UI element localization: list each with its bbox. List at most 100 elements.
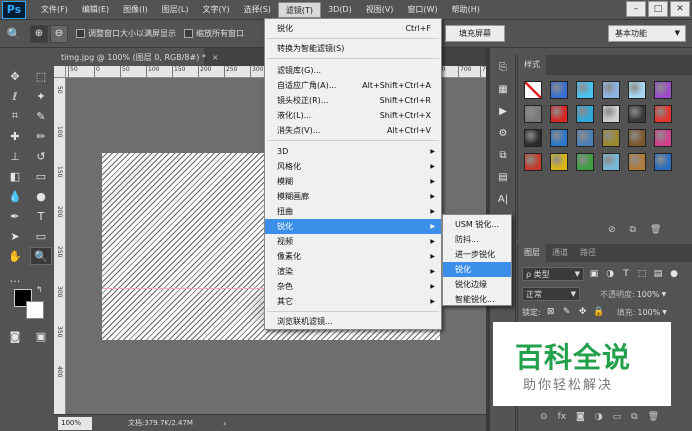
status-menu-arrow-icon[interactable]: › — [223, 419, 226, 428]
style-swatch[interactable] — [550, 153, 568, 171]
menu-item-browse-online-filters[interactable]: 浏览联机滤镜... — [265, 314, 441, 329]
delete-style-icon[interactable]: 🗑 — [650, 225, 661, 235]
menu-item-filter-gallery[interactable]: 滤镜库(G)... — [265, 63, 441, 78]
layer-style-icon[interactable]: fx — [558, 412, 567, 422]
style-swatch[interactable] — [576, 153, 594, 171]
chevron-down-icon[interactable]: ▼ — [662, 309, 667, 316]
menu-item-sharpen[interactable]: 锐化 ▶ — [265, 219, 441, 234]
menu-item-render[interactable]: 渲染 ▶ — [265, 264, 441, 279]
shape-filter-icon[interactable]: ⬚ — [636, 268, 648, 280]
style-swatch[interactable] — [550, 81, 568, 99]
close-tab-icon[interactable]: × — [212, 53, 219, 62]
crop-tool-icon[interactable]: ⌗ — [4, 107, 26, 125]
style-swatch[interactable] — [628, 81, 646, 99]
layer-mask-icon[interactable]: ◙ — [576, 412, 585, 422]
menu-item-blur[interactable]: 模糊 ▶ — [265, 174, 441, 189]
style-swatch[interactable] — [628, 129, 646, 147]
tab-layers[interactable]: 图层 — [518, 243, 546, 263]
layers-scrollbar[interactable] — [680, 320, 690, 430]
pixel-filter-icon[interactable]: ▣ — [588, 268, 600, 280]
gradient-tool-icon[interactable]: ▭ — [30, 167, 52, 185]
style-swatch[interactable] — [654, 105, 672, 123]
menu-file[interactable]: 文件(F) — [34, 0, 75, 20]
menu-item-blur-gallery[interactable]: 模糊画廊 ▶ — [265, 189, 441, 204]
swap-colors-icon[interactable]: ↰ — [36, 285, 43, 294]
tab-styles[interactable]: 样式 — [518, 55, 546, 75]
style-swatch[interactable] — [576, 129, 594, 147]
submenu-item-sharpen-edges[interactable]: 锐化边缘 — [443, 277, 511, 292]
layer-filter-select[interactable]: ρ 类型 ▼ — [522, 267, 584, 281]
menu-item-3d[interactable]: 3D ▶ — [265, 144, 441, 159]
filter-toggle-icon[interactable]: ● — [668, 268, 680, 280]
zoom-tool-icon[interactable]: 🔍 — [30, 247, 52, 265]
adjustment-filter-icon[interactable]: ◑ — [604, 268, 616, 280]
style-swatch[interactable] — [576, 81, 594, 99]
style-swatch[interactable] — [602, 81, 620, 99]
vertical-ruler[interactable]: 50 100 150 200 250 300 350 400 — [54, 78, 66, 414]
clear-style-icon[interactable]: ⊘ — [608, 225, 616, 235]
style-swatch[interactable] — [524, 153, 542, 171]
smart-object-filter-icon[interactable]: ▤ — [652, 268, 664, 280]
menu-item-last-filter[interactable]: 锐化 Ctrl+F — [265, 21, 441, 36]
menu-item-vanishing-point[interactable]: 消失点(V)... Alt+Ctrl+V — [265, 123, 441, 138]
lock-pixels-icon[interactable]: ✎ — [561, 306, 573, 318]
zoom-out-button[interactable]: ⊖ — [50, 24, 68, 43]
eyedropper-tool-icon[interactable]: ✎ — [30, 107, 52, 125]
style-swatch[interactable] — [524, 81, 542, 99]
menu-window[interactable]: 窗口(W) — [400, 0, 444, 20]
character-panel-icon[interactable]: A| — [492, 189, 514, 209]
style-swatch[interactable] — [524, 105, 542, 123]
style-swatch[interactable] — [654, 129, 672, 147]
blend-mode-select[interactable]: 正常 ▼ — [522, 287, 580, 301]
pen-tool-icon[interactable]: ✒ — [4, 207, 26, 225]
fit-window-checkbox[interactable] — [76, 29, 85, 38]
swatches-panel-icon[interactable]: ▤ — [492, 167, 514, 187]
chevron-down-icon[interactable]: ▼ — [662, 291, 667, 298]
type-filter-icon[interactable]: T — [620, 268, 632, 280]
workspace-select[interactable]: 基本功能 ▼ — [608, 25, 686, 42]
menu-item-distort[interactable]: 扭曲 ▶ — [265, 204, 441, 219]
style-swatch[interactable] — [654, 153, 672, 171]
background-color-swatch[interactable] — [26, 301, 44, 319]
adjustments-panel-icon[interactable]: ⚙ — [492, 123, 514, 143]
submenu-item-shake-reduction[interactable]: 防抖... — [443, 232, 511, 247]
quick-mask-icon[interactable]: ◙ — [4, 327, 26, 345]
more-tools-icon[interactable]: … — [4, 269, 26, 287]
minimize-button[interactable]: – — [626, 1, 646, 17]
zoom-in-button[interactable]: ⊕ — [30, 24, 48, 43]
marquee-tool-icon[interactable]: ⬚ — [30, 67, 52, 85]
menu-select[interactable]: 选择(S) — [237, 0, 278, 20]
clone-stamp-icon[interactable]: ⊥ — [4, 147, 26, 165]
path-selection-icon[interactable]: ➤ — [4, 227, 26, 245]
menu-item-stylize[interactable]: 风格化 ▶ — [265, 159, 441, 174]
zoom-all-checkbox[interactable] — [184, 29, 193, 38]
menu-type[interactable]: 文字(Y) — [195, 0, 236, 20]
magic-wand-tool-icon[interactable]: ✦ — [30, 87, 52, 105]
menu-view[interactable]: 视图(V) — [359, 0, 401, 20]
style-swatch[interactable] — [602, 129, 620, 147]
menu-item-pixelate[interactable]: 像素化 ▶ — [265, 249, 441, 264]
screen-mode-icon[interactable]: ▣ — [30, 327, 52, 345]
actions-panel-icon[interactable]: ▶ — [492, 101, 514, 121]
link-layers-icon[interactable]: ⊝ — [540, 412, 548, 422]
menu-item-convert-smart-filter[interactable]: 转换为智能滤镜(S) — [265, 41, 441, 56]
history-panel-icon[interactable]: ⎘ — [492, 57, 514, 77]
tab-channels[interactable]: 通道 — [546, 243, 574, 263]
lock-transparency-icon[interactable]: ⊠ — [545, 306, 557, 318]
rectangle-tool-icon[interactable]: ▭ — [30, 227, 52, 245]
menu-image[interactable]: 图像(I) — [116, 0, 155, 20]
lock-all-icon[interactable]: 🔒 — [593, 306, 605, 318]
move-tool-icon[interactable]: ✥ — [4, 67, 26, 85]
opacity-value[interactable]: 100% — [637, 290, 660, 299]
blur-tool-icon[interactable]: 💧 — [4, 187, 26, 205]
submenu-item-sharpen-more[interactable]: 进一步锐化 — [443, 247, 511, 262]
style-swatch[interactable] — [602, 105, 620, 123]
delete-layer-icon[interactable]: 🗑 — [648, 412, 659, 422]
tab-paths[interactable]: 路径 — [574, 243, 602, 263]
style-swatch[interactable] — [628, 105, 646, 123]
submenu-item-sharpen[interactable]: 锐化 — [443, 262, 511, 277]
menu-item-lens-correction[interactable]: 镜头校正(R)... Shift+Ctrl+R — [265, 93, 441, 108]
style-swatch[interactable] — [550, 129, 568, 147]
ruler-origin[interactable] — [54, 66, 66, 78]
new-layer-icon[interactable]: ⧉ — [631, 412, 637, 422]
